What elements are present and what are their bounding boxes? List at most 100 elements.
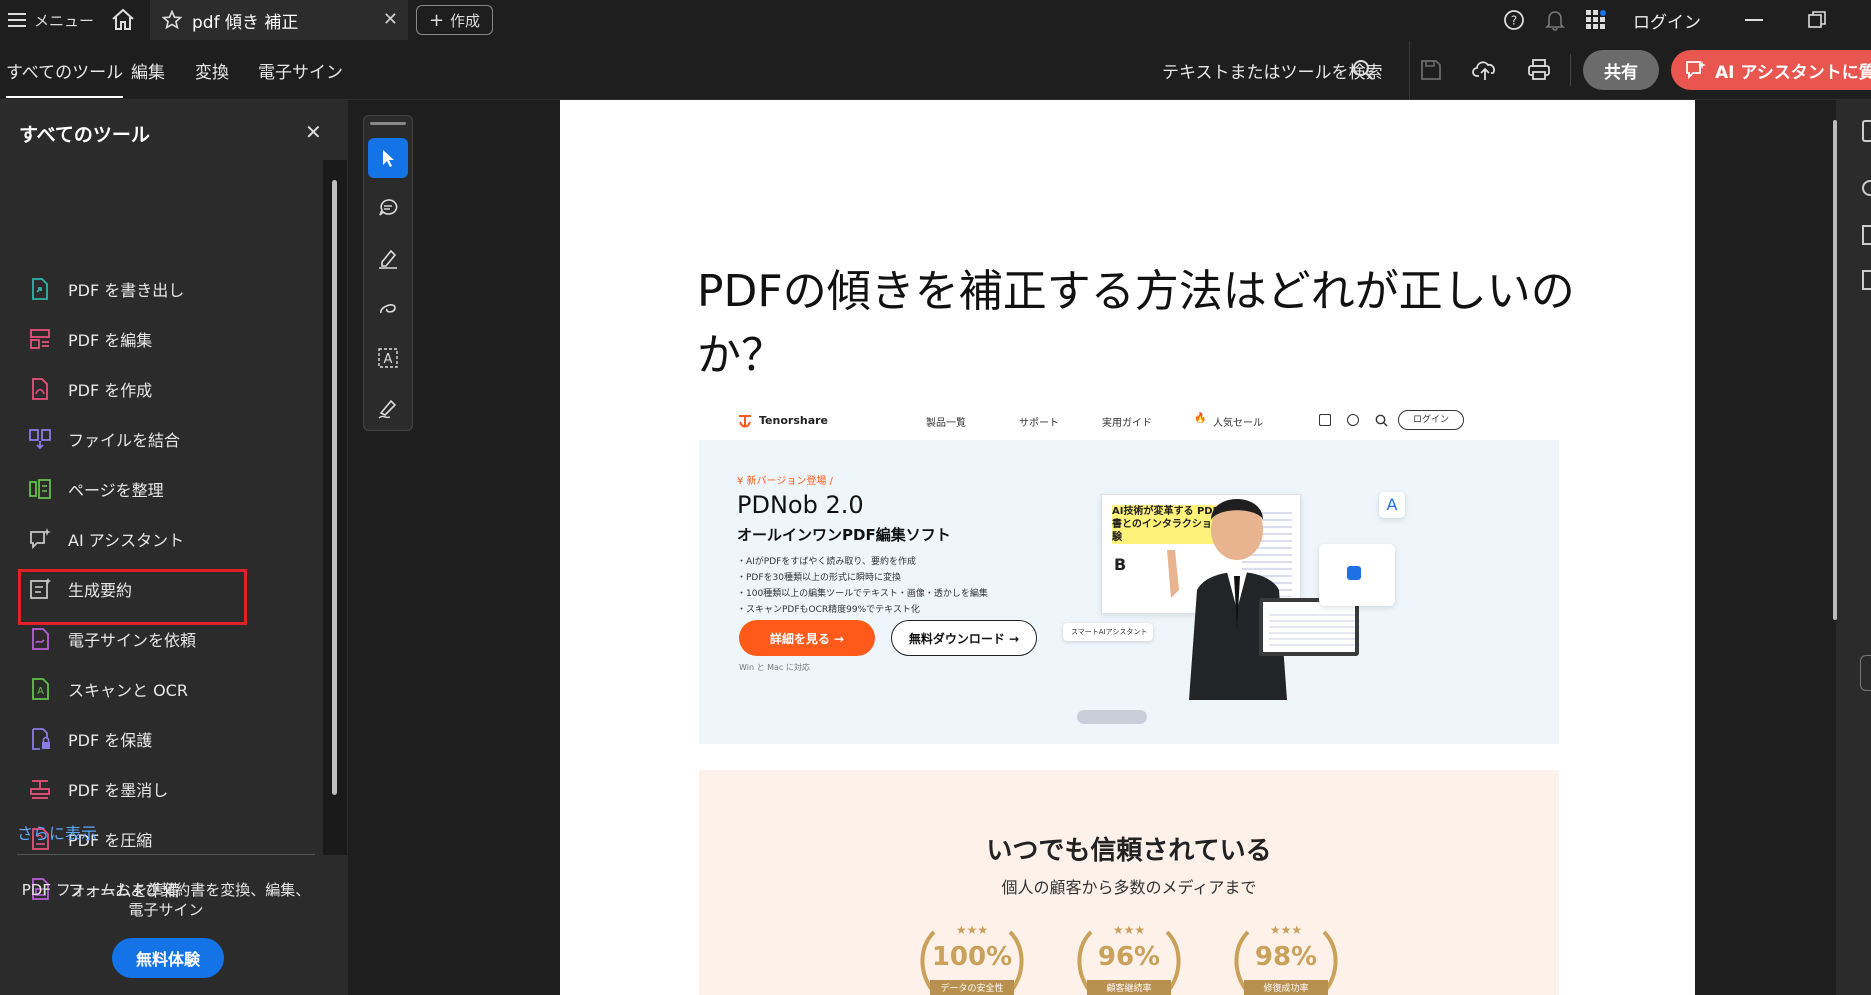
tab-esign[interactable]: 電子サイン bbox=[258, 58, 343, 83]
panel-scrollbar[interactable] bbox=[323, 160, 347, 855]
compat-note: Win と Mac に対応 bbox=[739, 663, 810, 672]
tool-organize-pages[interactable]: ページを整理 bbox=[28, 472, 308, 506]
restore-icon[interactable] bbox=[1808, 0, 1826, 40]
hamburger-icon bbox=[8, 12, 26, 28]
combine-files-icon bbox=[28, 427, 52, 451]
scrollbar-thumb[interactable] bbox=[332, 180, 337, 795]
close-tab-icon[interactable]: ✕ bbox=[383, 9, 398, 30]
site-nav-products: 製品一覧 bbox=[926, 418, 966, 429]
right-panel-icon[interactable] bbox=[1862, 225, 1871, 245]
site-brand: Tenorshare bbox=[759, 414, 829, 427]
create-pdf-icon bbox=[28, 377, 52, 401]
document-heading: PDFの傾きを補正する方法はどれが正しいのか？ bbox=[697, 266, 1575, 381]
trust-section: いつでも信頼されている 個人の顧客から多数のメディアまで ★★★ 100% デー… bbox=[699, 770, 1559, 995]
tab-edit[interactable]: 編集 bbox=[131, 58, 165, 83]
right-panel-icon[interactable] bbox=[1862, 120, 1871, 142]
create-button[interactable]: + 作成 bbox=[416, 5, 493, 35]
feature-bullet: ・AIがPDFをすばやく読み取り、要約を作成 bbox=[737, 557, 916, 567]
document-tab[interactable]: pdf 傾き 補正 ✕ bbox=[150, 0, 408, 40]
promo-text: PDF フォームおよび契約書を変換、編集、電子サイン bbox=[21, 881, 311, 919]
tool-label: PDF を編集 bbox=[68, 331, 153, 350]
quick-tools-rail: A bbox=[363, 115, 413, 431]
tool-ai-assistant[interactable]: AI アシスタント bbox=[28, 522, 308, 556]
feature-bullet: ・スキャンPDFもOCR精度99%でテキスト化 bbox=[737, 605, 920, 615]
search-tools-field[interactable]: テキストまたはツールを検索 bbox=[1162, 58, 1383, 83]
search-icon[interactable] bbox=[1352, 59, 1374, 81]
tab-all-tools[interactable]: すべてのツール bbox=[6, 58, 124, 98]
fire-icon: 🔥 bbox=[1194, 413, 1207, 424]
trust-badge: ★★★ 100% データの安全性 bbox=[912, 918, 1032, 995]
upload-cloud-icon[interactable] bbox=[1472, 58, 1498, 82]
tab-convert[interactable]: 変換 bbox=[195, 58, 229, 83]
home-icon bbox=[112, 8, 134, 30]
text-box-icon: A bbox=[378, 348, 398, 368]
pen-sign-icon bbox=[378, 399, 397, 419]
tool-export-pdf[interactable]: PDF を書き出し bbox=[28, 272, 308, 306]
scan-ocr-highlight-box bbox=[18, 569, 247, 625]
apps-icon[interactable] bbox=[1585, 0, 1607, 40]
close-panel-icon[interactable]: ✕ bbox=[305, 120, 322, 144]
tool-label: スキャンと OCR bbox=[68, 681, 188, 700]
menu-label: メニュー bbox=[34, 11, 95, 30]
freehand-icon bbox=[380, 304, 396, 314]
home-button[interactable] bbox=[110, 7, 136, 33]
text-box-tool-button[interactable]: A bbox=[368, 338, 408, 378]
scan-ocr-icon: A bbox=[28, 677, 52, 701]
site-hero: ¥ 新バージョン登場 / PDNob 2.0 オールインワンPDF編集ソフト ・… bbox=[699, 440, 1559, 744]
edit-pdf-icon bbox=[28, 327, 52, 351]
right-panel-icon[interactable] bbox=[1862, 180, 1871, 196]
tool-label: PDF を墨消し bbox=[68, 781, 169, 800]
tool-request-esign[interactable]: 電子サインを依頼 bbox=[28, 622, 308, 656]
highlight-tool-button[interactable] bbox=[368, 238, 408, 278]
collapse-panel-handle[interactable] bbox=[1860, 655, 1871, 691]
comment-tool-button[interactable] bbox=[368, 188, 408, 228]
pdf-page: PDFの傾きを補正する方法はどれが正しいのか？ Tenorshare 製品一覧 … bbox=[560, 100, 1695, 995]
tool-protect-pdf[interactable]: PDF を保護 bbox=[28, 722, 308, 756]
minimize-icon[interactable] bbox=[1745, 0, 1763, 40]
export-pdf-icon bbox=[28, 277, 52, 301]
login-link[interactable]: ログイン bbox=[1633, 0, 1701, 40]
detail-button: 詳細を見る → bbox=[739, 620, 875, 656]
tool-create-pdf[interactable]: PDF を作成 bbox=[28, 372, 308, 406]
all-tools-panel: すべてのツール ✕ PDF を書き出し PDF を編集 PDF を作成 ファイル… bbox=[0, 100, 348, 995]
rail-grip[interactable] bbox=[370, 122, 406, 125]
free-trial-button[interactable]: 無料体験 bbox=[112, 938, 224, 978]
comment-icon bbox=[379, 199, 398, 216]
ai-chat-icon bbox=[1685, 60, 1707, 80]
select-tool-button[interactable] bbox=[368, 138, 408, 178]
store-icon bbox=[1319, 414, 1331, 426]
show-more-link[interactable]: さらに表示 bbox=[17, 820, 97, 844]
laptop-image bbox=[1259, 598, 1359, 656]
svg-text:?: ? bbox=[1511, 14, 1517, 28]
tool-combine-files[interactable]: ファイルを結合 bbox=[28, 422, 308, 456]
badge-percent: 96% bbox=[1097, 942, 1161, 972]
trust-subtitle: 個人の顧客から多数のメディアまで bbox=[1001, 878, 1257, 897]
tool-scan-ocr[interactable]: A スキャンと OCR bbox=[28, 672, 308, 706]
badge-percent: 100% bbox=[931, 942, 1013, 972]
right-panel-icon[interactable] bbox=[1862, 270, 1871, 290]
trust-title: いつでも信頼されている bbox=[986, 836, 1272, 866]
site-nav-sale: 人気セール bbox=[1213, 418, 1263, 429]
save-icon[interactable] bbox=[1420, 59, 1442, 81]
trust-badge: ★★★ 96% 顧客継続率 bbox=[1069, 918, 1189, 995]
app-icons-card bbox=[1319, 544, 1395, 606]
tool-redact-pdf[interactable]: PDF を墨消し bbox=[28, 772, 308, 806]
cursor-icon bbox=[383, 150, 394, 167]
tool-label: PDF を作成 bbox=[68, 381, 153, 400]
feature-bullet: ・PDFを30種類以上の形式に瞬時に変換 bbox=[737, 573, 901, 583]
badge-label: データの安全性 bbox=[930, 980, 1014, 995]
tool-edit-pdf[interactable]: PDF を編集 bbox=[28, 322, 308, 356]
share-button[interactable]: 共有 bbox=[1583, 50, 1659, 90]
help-icon[interactable]: ? bbox=[1503, 0, 1525, 40]
star-icon[interactable] bbox=[162, 10, 182, 30]
draw-tool-button[interactable] bbox=[368, 288, 408, 328]
download-button: 無料ダウンロード → bbox=[891, 620, 1037, 656]
print-icon[interactable] bbox=[1527, 58, 1551, 82]
bell-icon[interactable] bbox=[1545, 0, 1565, 40]
ai-assistant-button[interactable]: AI アシスタントに質問 bbox=[1671, 50, 1871, 90]
sign-tool-button[interactable] bbox=[368, 388, 408, 428]
document-scrollbar[interactable] bbox=[1833, 120, 1837, 620]
request-esign-icon bbox=[28, 627, 52, 651]
redact-pdf-icon bbox=[28, 777, 52, 801]
menu-button[interactable]: メニュー bbox=[0, 0, 94, 40]
